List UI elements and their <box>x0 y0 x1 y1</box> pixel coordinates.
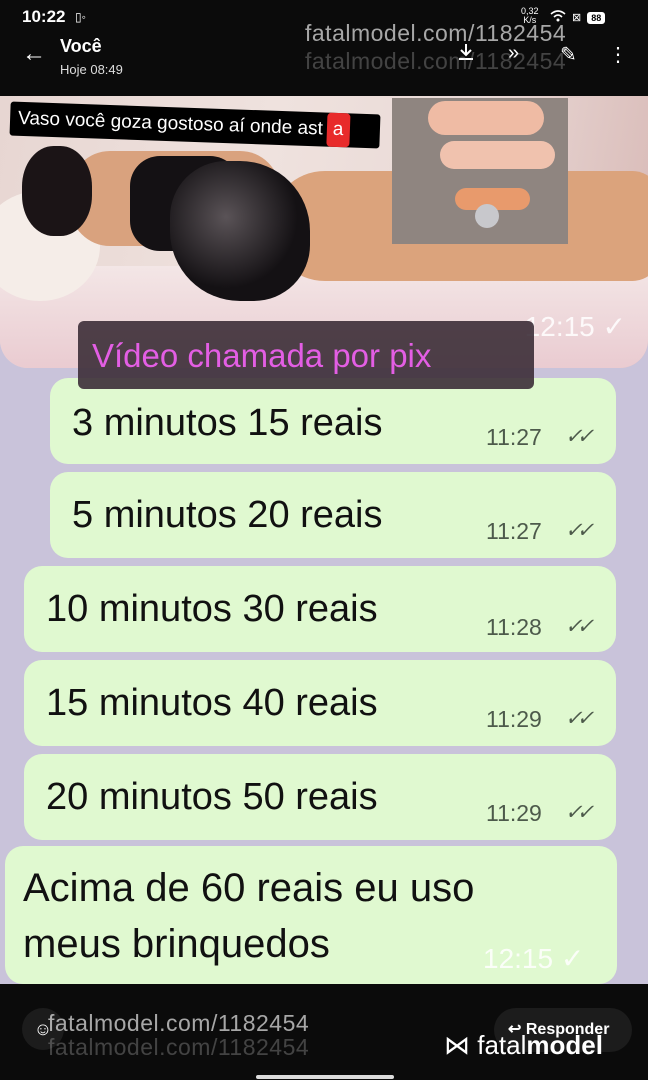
pix-banner: Vídeo chamada por pix <box>78 321 534 389</box>
watermark: fatalmodel.com/1182454 <box>305 20 567 46</box>
watermark-bottom: fatalmodel.com/1182454 <box>48 1010 310 1036</box>
message-bubble[interactable]: 20 minutos 50 reais 11:29 ✓✓ <box>24 754 616 840</box>
double-check-icon: ✓✓ <box>565 801 594 824</box>
vibrate-icon: ▯◦ <box>75 10 86 24</box>
last-message-time: 12:15 ✓ <box>483 943 585 974</box>
butterfly-icon: ⋈ <box>444 1030 470 1060</box>
sim-icon: ⊠ <box>572 12 582 24</box>
photo-caption: Vaso você goza gostoso aí onde ast a <box>9 101 381 149</box>
home-indicator[interactable] <box>256 1075 394 1079</box>
watermark-bottom-shadow: fatalmodel.com/1182454 <box>48 1034 310 1060</box>
back-arrow-icon[interactable]: ← <box>22 40 46 68</box>
fatalmodel-logo: ⋈ fatalmodel <box>444 1030 603 1060</box>
double-check-icon: ✓✓ <box>565 707 594 730</box>
double-check-icon: ✓✓ <box>565 519 594 542</box>
message-bubble[interactable]: 3 minutos 15 reais 11:27 ✓✓ <box>50 378 616 464</box>
status-time: 10:22 <box>22 7 66 26</box>
photo-timestamp: 12:15 ✓ <box>524 311 626 342</box>
watermark-shadow: fatalmodel.com/1182454 <box>305 48 567 74</box>
double-check-icon: ✓✓ <box>565 615 594 638</box>
message-bubble[interactable]: 15 minutos 40 reais 11:29 ✓✓ <box>24 660 616 746</box>
message-bubble[interactable]: 5 minutos 20 reais 11:27 ✓✓ <box>50 472 616 558</box>
last-seen: Hoje 08:49 <box>60 62 123 77</box>
chat-area: Vaso você goza gostoso aí onde ast a 12:1… <box>0 96 648 984</box>
contact-name[interactable]: Você <box>60 36 102 57</box>
message-bubble-last[interactable]: Acima de 60 reais eu uso meus brinquedos… <box>5 846 617 984</box>
more-options-icon[interactable]: ⋮ <box>608 42 628 67</box>
battery-icon: 88 <box>587 11 606 24</box>
message-bubble[interactable]: 10 minutos 30 reais 11:28 ✓✓ <box>24 566 616 652</box>
double-check-icon: ✓✓ <box>565 425 594 448</box>
